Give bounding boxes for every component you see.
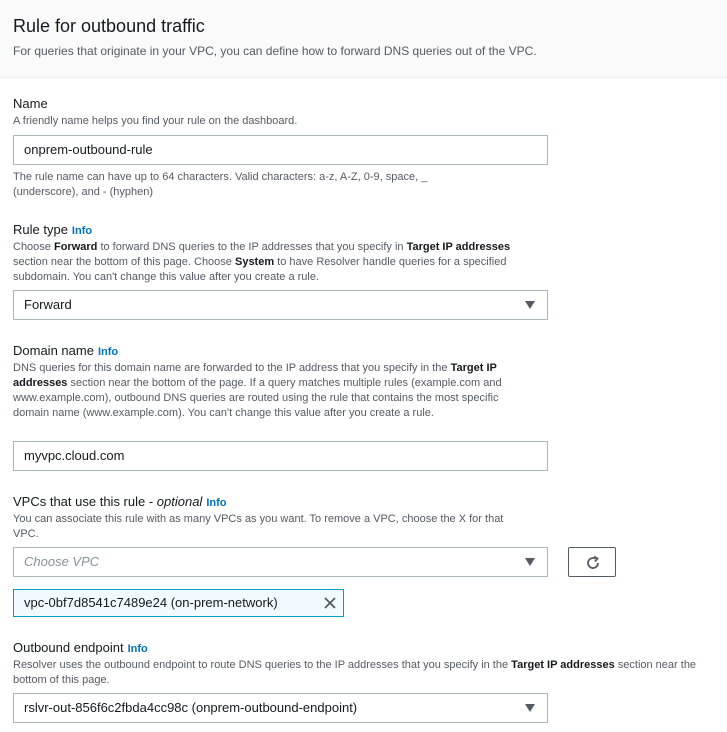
panel-description: For queries that originate in your VPC, … xyxy=(13,44,537,58)
close-icon[interactable] xyxy=(323,596,337,610)
choose-vpc-placeholder: Choose VPC xyxy=(24,554,100,569)
outbound-endpoint-info-link[interactable]: Info xyxy=(128,643,148,655)
domain-name-info-link[interactable]: Info xyxy=(98,346,118,358)
choose-vpc-select[interactable]: Choose VPC xyxy=(13,547,548,577)
outbound-endpoint-select[interactable]: rslvr-out-856f6c2fbda4cc98c (onprem-outb… xyxy=(13,693,548,723)
vpcs-info-link[interactable]: Info xyxy=(206,497,226,509)
domain-name-input[interactable]: myvpc.cloud.com xyxy=(13,441,548,471)
caret-down-icon xyxy=(525,704,535,712)
outbound-endpoint-selected-value: rslvr-out-856f6c2fbda4cc98c (onprem-outb… xyxy=(24,700,358,715)
rule-name-input[interactable]: onprem-outbound-rule xyxy=(13,135,548,165)
selected-vpc-token: vpc-0bf7d8541c7489e24 (on-prem-network) xyxy=(13,589,344,617)
domain-name-description: DNS queries for this domain name are for… xyxy=(13,362,502,419)
vpcs-label: VPCs that use this rule - optional Info xyxy=(13,494,227,509)
caret-down-icon xyxy=(525,558,535,566)
name-label: Name xyxy=(13,96,48,111)
outbound-endpoint-label: Outbound endpoint Info xyxy=(13,640,148,655)
name-constraint: The rule name can have up to 64 characte… xyxy=(13,171,428,198)
rule-type-selected-value: Forward xyxy=(24,297,72,312)
outbound-endpoint-description: Resolver uses the outbound endpoint to r… xyxy=(13,659,697,686)
rule-type-description: Choose Forward to forward DNS queries to… xyxy=(13,241,511,283)
rule-type-info-link[interactable]: Info xyxy=(72,225,92,237)
panel-header: Rule for outbound traffic For queries th… xyxy=(0,0,727,78)
rule-type-label: Rule type Info xyxy=(13,222,93,237)
name-hint: A friendly name helps you find your rule… xyxy=(13,115,298,127)
selected-vpc-label: vpc-0bf7d8541c7489e24 (on-prem-network) xyxy=(24,595,278,610)
caret-down-icon xyxy=(525,301,535,309)
vpcs-description: You can associate this rule with as many… xyxy=(13,513,504,540)
rule-type-select[interactable]: Forward xyxy=(13,290,548,320)
panel-title: Rule for outbound traffic xyxy=(13,16,205,36)
domain-name-label: Domain name Info xyxy=(13,343,119,358)
refresh-icon xyxy=(587,555,599,569)
refresh-vpcs-button[interactable] xyxy=(568,547,616,577)
